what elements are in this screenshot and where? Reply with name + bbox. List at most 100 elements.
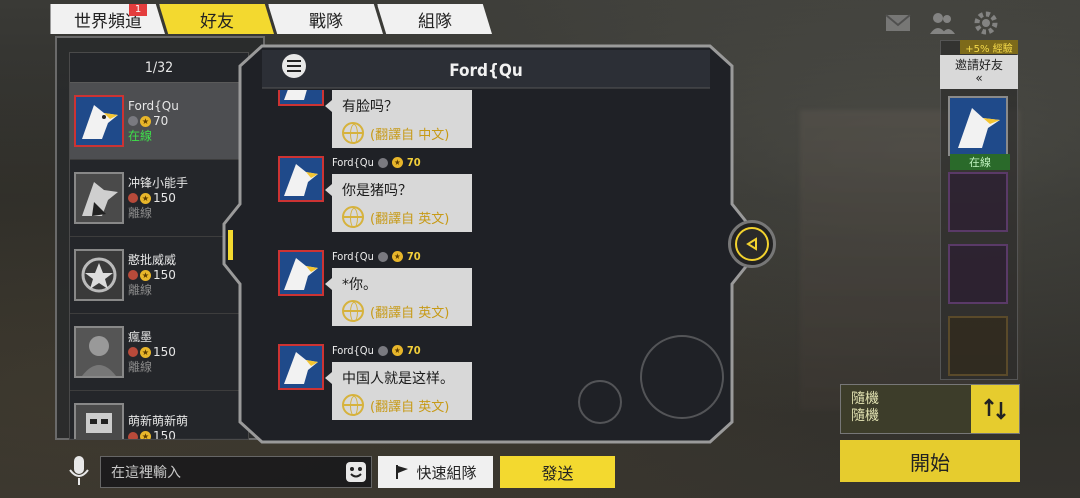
- sender-name: Ford{Qu: [332, 156, 374, 169]
- double-chevron-left-icon: «: [975, 71, 983, 85]
- team-slot[interactable]: [948, 316, 1008, 376]
- tab-clan[interactable]: 戰隊: [268, 4, 383, 34]
- team-slot[interactable]: [948, 172, 1008, 232]
- joystick-decoration: [578, 380, 622, 424]
- friend-status: 在線: [128, 128, 153, 143]
- arrow-left-icon: [746, 237, 757, 251]
- star-icon: ★: [140, 192, 151, 204]
- message-text: *你。: [342, 277, 377, 293]
- flag-icon: [396, 465, 409, 479]
- swap-mode-button[interactable]: [971, 385, 1019, 433]
- sender-name: Ford{Qu: [332, 250, 374, 263]
- star-icon: ★: [391, 251, 403, 262]
- game-mode-selector[interactable]: 隨機 隨機: [840, 384, 1020, 434]
- top-right-icons: [884, 10, 1000, 36]
- rank-icon: [377, 157, 388, 168]
- team-slot[interactable]: 在線: [948, 96, 1010, 170]
- tab-label: 戰隊: [309, 11, 343, 32]
- star-icon: ★: [140, 269, 151, 281]
- translate-link[interactable]: (翻譯自 英文): [342, 206, 462, 228]
- eagle-avatar: [278, 156, 324, 202]
- tab-friends[interactable]: 好友: [159, 4, 274, 34]
- chat-title: Ford{Qu: [449, 61, 523, 81]
- sender-level: 70: [406, 250, 421, 263]
- gear-icon[interactable]: [972, 10, 1000, 36]
- star-icon: ★: [391, 157, 403, 168]
- translate-label: (翻譯自 英文): [370, 305, 450, 321]
- message-text: 你是猪吗？: [342, 183, 412, 199]
- emblem-avatar: [74, 249, 124, 301]
- rank-icon: [128, 347, 138, 357]
- sender-level: 70: [406, 344, 421, 357]
- message-meta: Ford{Qu ★ 70: [332, 156, 421, 169]
- eagle-avatar: [74, 172, 124, 224]
- character-avatar: [74, 403, 124, 439]
- rank-icon: [377, 345, 388, 356]
- translate-link[interactable]: (翻譯自 英文): [342, 300, 462, 322]
- chat-messages[interactable]: 有脸吗？ (翻譯自 中文) Ford{Qu ★ 70 你是猪吗？ (翻譯自 英文…: [262, 90, 702, 435]
- message-text: 中国人就是这样。: [342, 371, 454, 387]
- mode-line: 隨機: [851, 408, 879, 424]
- mode-label: 隨機 隨機: [851, 391, 879, 425]
- tab-team[interactable]: 組隊: [377, 4, 492, 34]
- emoji-icon[interactable]: [345, 461, 367, 483]
- star-icon: ★: [140, 431, 151, 440]
- message-meta: Ford{Qu ★ 70: [332, 250, 421, 263]
- tab-label: 好友: [200, 11, 234, 32]
- quick-team-button[interactable]: 快速組隊: [378, 456, 493, 488]
- sender-name: Ford{Qu: [332, 344, 374, 357]
- friend-level: 150: [153, 429, 176, 440]
- translate-link[interactable]: (翻譯自 英文): [342, 394, 462, 416]
- start-button[interactable]: 開始: [840, 440, 1020, 482]
- soldier-avatar: [74, 326, 124, 378]
- friend-status: 離線: [128, 205, 153, 220]
- message-bubble: 有脸吗？ (翻譯自 中文): [325, 90, 472, 148]
- message-bubble: *你。 (翻譯自 英文): [325, 268, 472, 326]
- friend-name: 瘋墨: [128, 329, 153, 344]
- mail-icon[interactable]: [884, 10, 912, 36]
- mode-line: 隨機: [851, 391, 879, 407]
- message-bubble: 你是猪吗？ (翻譯自 英文): [325, 174, 472, 232]
- chat-input[interactable]: 在這裡輸入: [100, 456, 372, 488]
- message-bubble: 中国人就是这样。 (翻譯自 英文): [325, 362, 472, 420]
- rank-icon: [128, 431, 138, 439]
- slot-status: 在線: [950, 154, 1010, 170]
- translate-label: (翻譯自 英文): [370, 399, 450, 415]
- eagle-avatar: [278, 90, 324, 106]
- eagle-avatar: [278, 344, 324, 390]
- message-text: 有脸吗？: [342, 99, 398, 115]
- xp-bonus-tag: +5% 經驗: [960, 40, 1018, 55]
- friend-name: 萌新萌新萌: [128, 414, 189, 428]
- invite-friends-button[interactable]: 邀請好友 «: [940, 55, 1018, 89]
- star-icon: ★: [140, 346, 151, 358]
- sender-level: 70: [406, 156, 421, 169]
- tab-label: 組隊: [418, 11, 452, 32]
- send-button[interactable]: 發送: [500, 456, 615, 488]
- friend-level: 150: [153, 344, 176, 359]
- chat-input-placeholder: 在這裡輸入: [111, 465, 181, 481]
- rank-icon: [128, 116, 138, 126]
- rank-icon: [377, 251, 388, 262]
- notification-badge: 1: [129, 4, 147, 16]
- tab-world-channel[interactable]: 世界頻道 1: [50, 4, 165, 34]
- microphone-icon[interactable]: [66, 454, 92, 488]
- translate-label: (翻譯自 英文): [370, 211, 450, 227]
- rank-icon: [128, 193, 138, 203]
- swap-arrows-icon: [984, 398, 1006, 420]
- friends-icon[interactable]: [928, 10, 956, 36]
- globe-icon: [342, 206, 364, 228]
- quick-team-label: 快速組隊: [416, 463, 477, 482]
- friend-level: 70: [153, 113, 169, 128]
- tab-bar: 世界頻道 1 好友 戰隊 組隊: [50, 4, 492, 34]
- rank-icon: [128, 270, 138, 280]
- friend-name: Ford{Qu: [128, 98, 179, 113]
- translate-link[interactable]: (翻譯自 中文): [342, 122, 462, 144]
- team-slot[interactable]: [948, 244, 1008, 304]
- friend-level: 150: [153, 267, 176, 282]
- globe-icon: [342, 122, 364, 144]
- eagle-avatar: [950, 98, 1006, 154]
- friend-status: 離線: [128, 359, 153, 374]
- star-icon: ★: [391, 345, 403, 356]
- collapse-chat-button[interactable]: [728, 220, 776, 268]
- friend-name: 冲锋小能手: [128, 175, 189, 190]
